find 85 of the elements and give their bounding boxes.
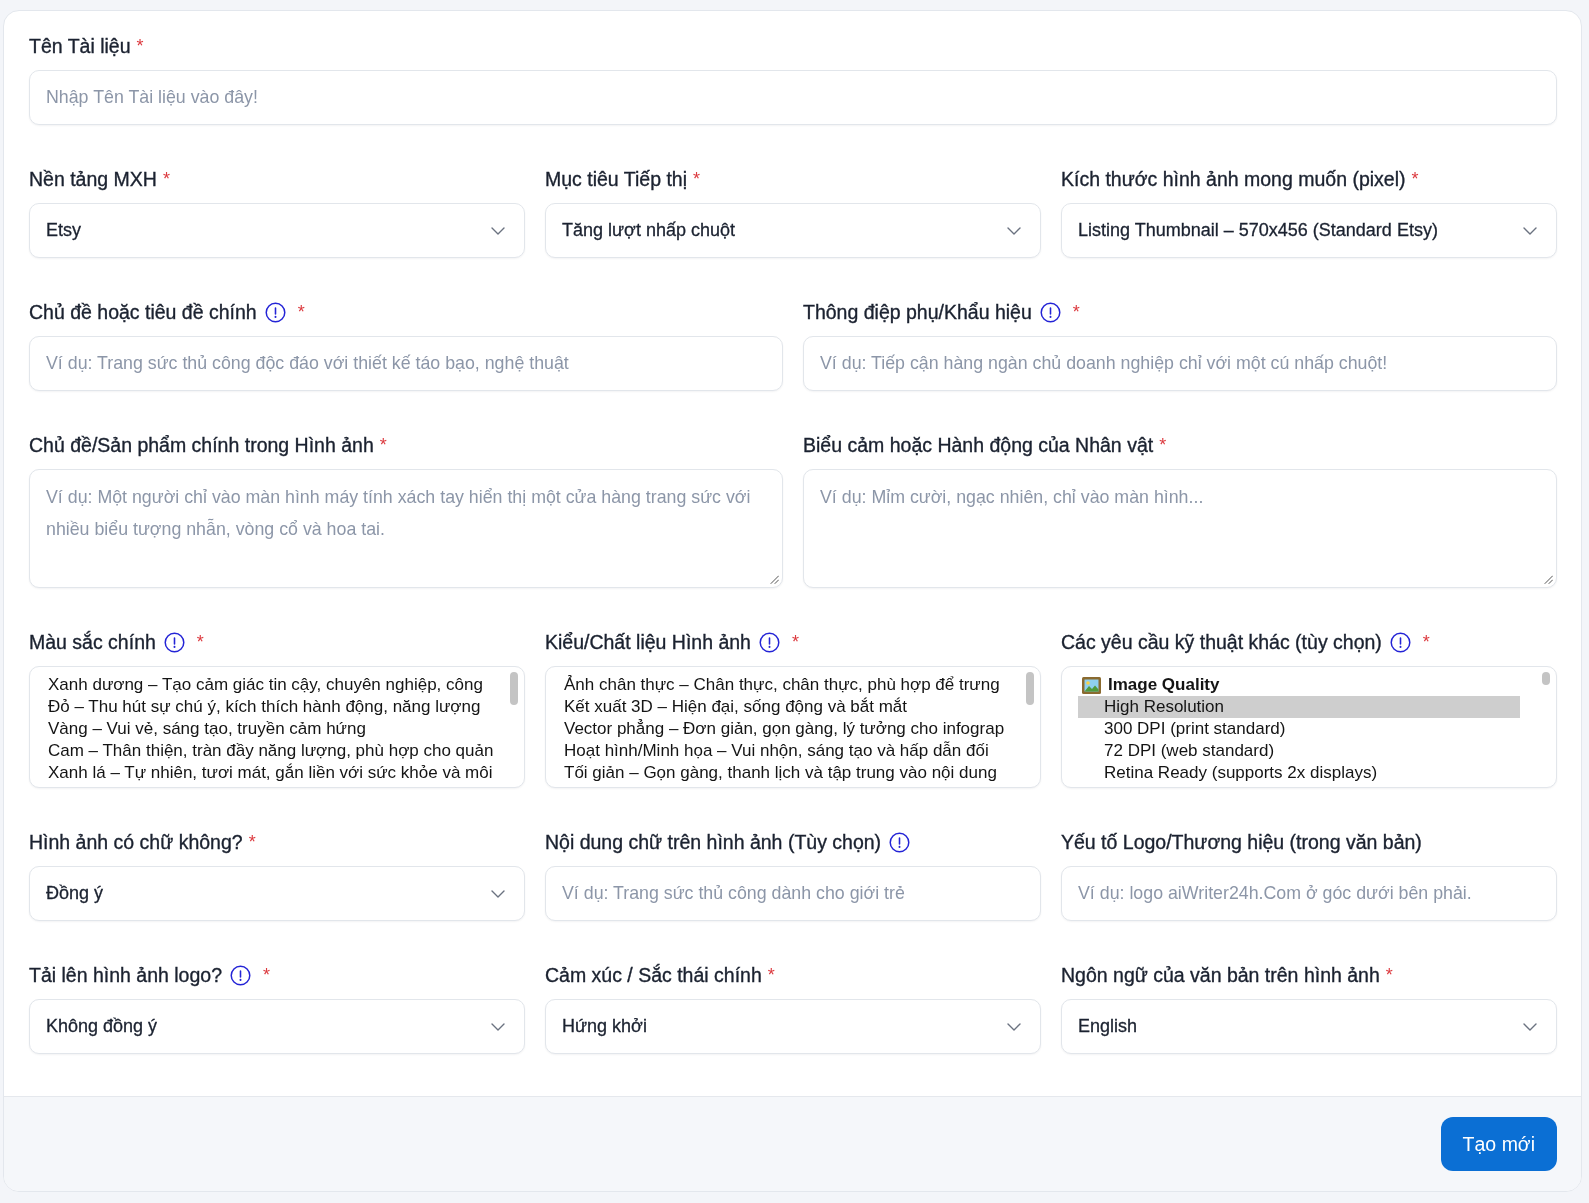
required-mark: * xyxy=(791,631,799,653)
dropdown-select[interactable]: English xyxy=(1061,999,1557,1054)
list-option[interactable]: Vàng – Vui vẻ, sáng tạo, truyền cảm hứng xyxy=(48,718,504,740)
list-option[interactable]: Cam – Thân thiện, tràn đầy năng lượng, phù hợp cho quản xyxy=(48,740,504,762)
field-label: Kích thước hình ảnh mong muốn (pixel) xyxy=(1061,167,1406,191)
dropdown-select[interactable]: Không đồng ý xyxy=(29,999,525,1054)
dropdown-select[interactable]: Listing Thumbnail – 570x456 (Standard Etsy) xyxy=(1061,203,1557,258)
scrollbar-thumb[interactable] xyxy=(1542,672,1550,685)
list-option[interactable]: High Resolution xyxy=(1078,696,1520,718)
list-option[interactable]: Retina Ready (supports 2x displays) xyxy=(1078,762,1520,784)
required-mark: * xyxy=(1385,964,1393,986)
option-group-label: Image Quality xyxy=(1108,674,1220,696)
required-mark: * xyxy=(767,964,775,986)
field-label: Tên Tài liệu xyxy=(29,34,131,58)
field-label: Kiểu/Chất liệu Hình ảnh xyxy=(545,630,751,654)
chevron-down-icon xyxy=(491,1022,505,1031)
required-mark: * xyxy=(1422,631,1430,653)
dropdown-select[interactable]: Etsy xyxy=(29,203,525,258)
text-input[interactable]: Ví dụ: Tiếp cận hàng ngàn chủ doanh nghiệp chỉ với một cú nhấp chuột! xyxy=(803,336,1557,391)
dropdown-select[interactable]: Tăng lượt nhấp chuột xyxy=(545,203,1041,258)
field-label: Thông điệp phụ/Khẩu hiệu xyxy=(803,300,1032,324)
framed-picture-icon xyxy=(1082,676,1101,694)
resize-handle-icon[interactable] xyxy=(1544,575,1553,584)
text-input[interactable]: Ví dụ: Trang sức thủ công độc đáo với thiết kế táo bạo, nghệ thuật xyxy=(29,336,783,391)
required-mark: * xyxy=(263,964,270,986)
required-mark: * xyxy=(162,168,170,190)
info-icon[interactable] xyxy=(1389,631,1411,653)
list-box[interactable]: Image Quality High Resolution 300 DPI (print standard) 72 DPI (web standard) Retina Ready (supports 2x displays) xyxy=(1061,666,1557,788)
required-mark: * xyxy=(1072,301,1080,323)
required-mark: * xyxy=(297,301,305,323)
list-box[interactable] xyxy=(29,666,525,788)
list-option[interactable]: 72 DPI (web standard) xyxy=(1078,740,1520,762)
chevron-down-icon xyxy=(1523,226,1537,235)
text-area[interactable]: Ví dụ: Mỉm cười, ngạc nhiên, chỉ vào màn hình... xyxy=(803,469,1557,588)
list-option[interactable]: Tối giản – Gọn gàng, thanh lịch và tập trung vào nội dung xyxy=(564,762,1020,784)
resize-handle-icon[interactable] xyxy=(770,575,779,584)
field-label: Cảm xúc / Sắc thái chính xyxy=(545,963,762,987)
info-icon[interactable] xyxy=(1039,301,1061,323)
required-mark: * xyxy=(1159,434,1167,456)
info-icon[interactable] xyxy=(163,631,185,653)
list-option[interactable]: Vector phẳng – Đơn giản, gọn gàng, lý tưởng cho infograp xyxy=(564,718,1020,740)
field-label: Biểu cảm hoặc Hành động của Nhân vật xyxy=(803,433,1154,457)
chevron-down-icon xyxy=(491,889,505,898)
list-option[interactable]: 300 DPI (print standard) xyxy=(1078,718,1520,740)
create-button[interactable]: Tạo mới xyxy=(1440,1117,1557,1171)
required-mark: * xyxy=(379,434,387,456)
chevron-down-icon xyxy=(1523,1022,1537,1031)
chevron-down-icon xyxy=(1007,226,1021,235)
field-label: Hình ảnh có chữ không? xyxy=(29,830,243,854)
info-icon[interactable] xyxy=(889,831,911,853)
field-label: Ngôn ngữ của văn bản trên hình ảnh xyxy=(1061,963,1380,987)
info-icon[interactable] xyxy=(264,301,286,323)
field-label: Tải lên hình ảnh logo? xyxy=(29,963,222,987)
list-option[interactable]: Kết xuất 3D – Hiện đại, sống động và bắt mắt xyxy=(564,696,1020,718)
field-label: Các yêu cầu kỹ thuật khác (tùy chọn) xyxy=(1061,630,1382,654)
list-option[interactable]: Ảnh chân thực – Chân thực, chân thực, phù hợp để trưng xyxy=(564,674,1020,696)
list-box[interactable] xyxy=(545,666,1041,788)
required-mark: * xyxy=(1411,168,1419,190)
text-input[interactable]: Ví dụ: Trang sức thủ công dành cho giới trẻ xyxy=(545,866,1041,921)
field-label: Yếu tố Logo/Thương hiệu (trong văn bản) xyxy=(1061,830,1422,854)
field-label: Nội dung chữ trên hình ảnh (Tùy chọn) xyxy=(545,830,882,854)
list-option[interactable]: Đỏ – Thu hút sự chú ý, kích thích hành động, năng lượng xyxy=(48,696,504,718)
scrollbar-thumb[interactable] xyxy=(510,672,518,705)
field-label: Nền tảng MXH xyxy=(29,167,157,191)
field-label: Chủ đề/Sản phẩm chính trong Hình ảnh xyxy=(29,433,374,457)
text-input[interactable]: Ví dụ: logo aiWriter24h.Com ở góc dưới bên phải. xyxy=(1061,866,1557,921)
required-mark: * xyxy=(196,631,204,653)
text-input[interactable]: Nhập Tên Tài liệu vào đây! xyxy=(29,70,1557,125)
list-option[interactable]: Xanh lá – Tự nhiên, tươi mát, gắn liền với sức khỏe và môi xyxy=(48,762,504,784)
dropdown-select[interactable]: Hứng khởi xyxy=(545,999,1041,1054)
info-icon[interactable] xyxy=(230,964,251,986)
list-option[interactable]: Xanh dương – Tạo cảm giác tin cậy, chuyên nghiệp, công xyxy=(48,674,504,696)
chevron-down-icon xyxy=(491,226,505,235)
field-label: Mục tiêu Tiếp thị xyxy=(545,167,687,191)
field-label: Chủ đề hoặc tiêu đề chính xyxy=(29,300,257,324)
required-mark: * xyxy=(248,831,256,853)
dropdown-select[interactable]: Đồng ý xyxy=(29,866,525,921)
chevron-down-icon xyxy=(1007,1022,1021,1031)
text-area[interactable]: Ví dụ: Một người chỉ vào màn hình máy tính xách tay hiển thị một cửa hàng trang sức với nhiều biểu tượng nhẫn, vòng cổ và hoa tai. xyxy=(29,469,783,588)
list-option[interactable]: Hoạt hình/Minh họa – Vui nhộn, sáng tạo và hấp dẫn đối xyxy=(564,740,1020,762)
field-label: Màu sắc chính xyxy=(29,630,156,654)
scrollbar-thumb[interactable] xyxy=(1026,672,1034,705)
required-mark: * xyxy=(136,35,144,57)
info-icon[interactable] xyxy=(758,631,780,653)
required-mark: * xyxy=(693,168,700,190)
